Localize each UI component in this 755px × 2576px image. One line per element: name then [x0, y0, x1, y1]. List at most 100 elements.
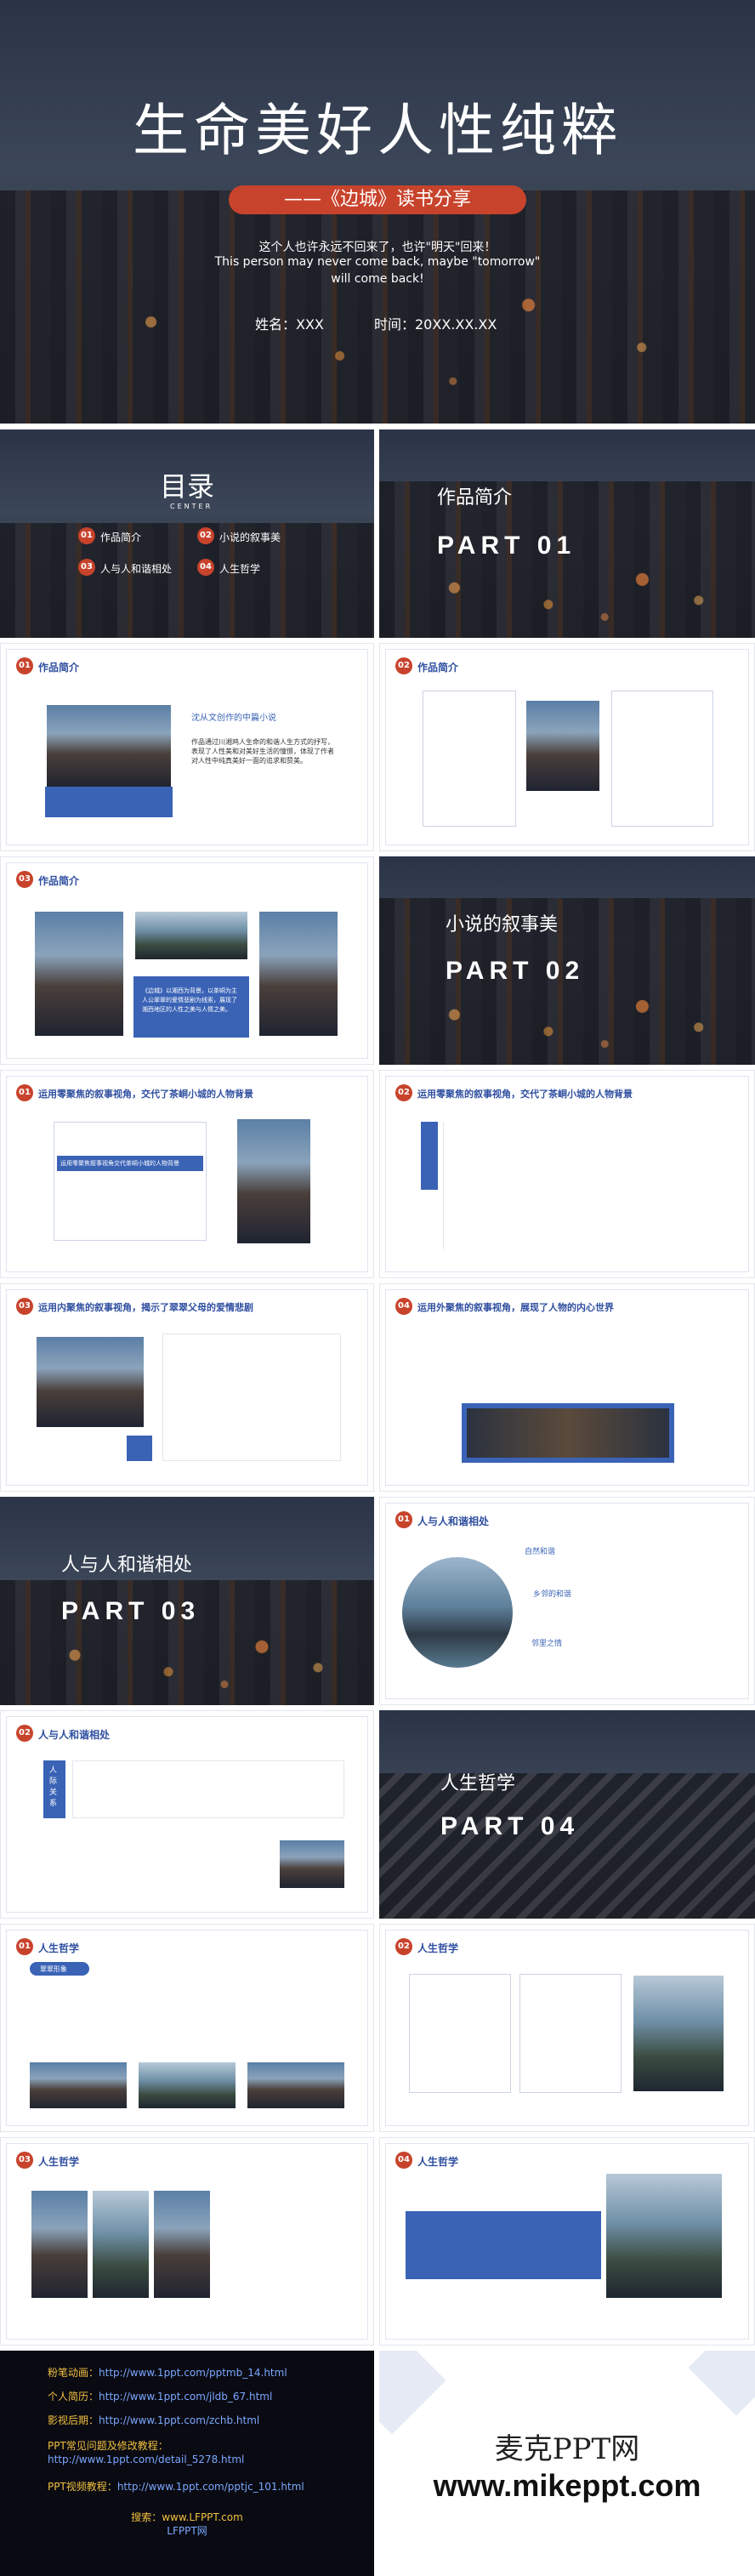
footer-search[interactable]: 搜索：www.LFPPT.com — [0, 2511, 374, 2524]
part4-slide: 人生哲学 PART 04 — [379, 1710, 755, 1919]
cover-name: 姓名：XXX — [255, 316, 324, 333]
s3-title: 作品简介 — [38, 662, 80, 674]
s5-photo-1 — [33, 910, 125, 1038]
s9-text-area — [162, 1333, 341, 1461]
s7-textbox — [54, 1122, 207, 1241]
s16-title: 人生哲学 — [417, 1942, 459, 1954]
s7-box-text: 运用零聚焦叙事视角交代茶峒小城的人物背景 — [60, 1160, 179, 1167]
part2-label: PART 02 — [446, 957, 585, 985]
part2-slide: 小说的叙事美 PART 02 — [379, 856, 755, 1065]
footer-link-4-label: PPT常见问题及修改教程： — [48, 2440, 168, 2452]
footer-link-1-label: 粉笔动画： — [48, 2367, 99, 2379]
footer-link-5[interactable]: PPT视频教程：http://www.1ppt.com/pptjc_101.ht… — [48, 2480, 304, 2494]
footer-link-2-url[interactable]: http://www.1ppt.com/jldb_67.html — [99, 2391, 272, 2403]
s15-text-area — [30, 1981, 346, 2049]
toc-item-1[interactable]: 作品简介 — [100, 530, 141, 544]
toc-num-3: 03 — [78, 559, 95, 576]
s10-text-area — [414, 1328, 720, 1388]
s7-photo — [236, 1117, 312, 1245]
toc-item-2[interactable]: 小说的叙事美 — [219, 530, 281, 544]
s9-photo — [35, 1335, 145, 1429]
s5-num: 03 — [16, 871, 33, 888]
toc-background-image — [0, 523, 374, 638]
harmony-slide-2: 02 人与人和谐相处 人际关系 — [0, 1710, 374, 1919]
s10-title: 运用外聚焦的叙事视角，展现了人物的内心世界 — [417, 1302, 614, 1313]
s15-title: 人生哲学 — [38, 1942, 80, 1954]
part2-lights — [379, 981, 755, 1065]
toc-slide: 目录 CENTER 01 作品简介 02 小说的叙事美 03 人与人和谐相处 0… — [0, 429, 374, 638]
toc-item-3[interactable]: 人与人和谐相处 — [100, 561, 172, 576]
footer-link-5-url[interactable]: http://www.1ppt.com/pptjc_101.html — [117, 2481, 304, 2493]
s12-round-photo — [402, 1557, 513, 1668]
cover-quote-en1: This person may never come back, maybe "… — [214, 255, 541, 269]
s13-photo — [278, 1839, 346, 1890]
s18-title: 人生哲学 — [417, 2156, 459, 2168]
s7-title: 运用零聚焦的叙事视角，交代了茶峒小城的人物背景 — [38, 1089, 253, 1100]
s8-num: 02 — [395, 1084, 412, 1101]
s15-tag-label: 翠翠形象 — [40, 1965, 67, 1973]
part1-title: 作品简介 — [437, 487, 513, 509]
toc-item-4[interactable]: 人生哲学 — [219, 561, 260, 576]
philosophy-slide-4: 04 人生哲学 — [379, 2137, 755, 2346]
part1-label: PART 01 — [437, 532, 576, 560]
footer-link-5-label: PPT视频教程： — [48, 2481, 117, 2493]
intro-slide-2: 02 作品简介 — [379, 643, 755, 851]
s17-photo-2 — [91, 2189, 150, 2300]
s4-num: 02 — [395, 657, 412, 674]
s17-num: 03 — [16, 2152, 33, 2169]
s3-photo — [45, 703, 173, 788]
footer-link-1-url[interactable]: http://www.1ppt.com/pptmb_14.html — [99, 2367, 287, 2379]
footer-link-2[interactable]: 个人简历：http://www.1ppt.com/jldb_67.html — [48, 2390, 272, 2403]
cover-title: 生命美好人性纯粹 — [133, 98, 622, 163]
footer-link-1[interactable]: 粉笔动画：http://www.1ppt.com/pptmb_14.html — [48, 2366, 287, 2380]
part2-title: 小说的叙事美 — [446, 914, 559, 935]
s13-title: 人与人和谐相处 — [38, 1729, 111, 1741]
footer-link-3-url[interactable]: http://www.1ppt.com/zchb.html — [99, 2414, 259, 2426]
narrative-slide-1: 01 运用零聚焦的叙事视角，交代了茶峒小城的人物背景 运用零聚焦叙事视角交代茶峒… — [0, 1070, 374, 1278]
narrative-slide-2: 02 运用零聚焦的叙事视角，交代了茶峒小城的人物背景 — [379, 1070, 755, 1278]
brand-deco-right — [688, 2351, 755, 2416]
s12-num: 01 — [395, 1511, 412, 1528]
s16-num: 02 — [395, 1938, 412, 1955]
toc-num-1: 01 — [78, 527, 95, 544]
part3-title: 人与人和谐相处 — [61, 1555, 193, 1576]
intro-slide-3: 03 作品简介 《边城》以湘西为背景，以茶峒为主人公翠翠的爱情悲剧为线索，展现了… — [0, 856, 374, 1065]
toc-sub: CENTER — [170, 503, 213, 510]
s5-title: 作品简介 — [38, 875, 80, 887]
footer-links-panel: 粉笔动画：http://www.1ppt.com/pptmb_14.html 个… — [0, 2351, 374, 2576]
brand-url[interactable]: www.mikeppt.com — [379, 2468, 755, 2504]
s3-heading: 沈从文创作的中篇小说 — [191, 714, 276, 723]
s17-title: 人生哲学 — [38, 2156, 80, 2168]
s4-photo — [525, 699, 601, 793]
s17-photo-3 — [152, 2189, 212, 2300]
s7-num: 01 — [16, 1084, 33, 1101]
brand-url-text[interactable]: www.mikeppt.com — [434, 2468, 701, 2503]
harmony-slide-1: 01 人与人和谐相处 自然和谐 乡邻的和谐 邻里之情 — [379, 1497, 755, 1705]
s18-text-box — [406, 2211, 601, 2279]
footer-link-4-url[interactable]: http://www.1ppt.com/detail_5278.html — [48, 2453, 244, 2466]
toc-num-2: 02 — [197, 527, 214, 544]
philosophy-slide-3: 03 人生哲学 — [0, 2137, 374, 2346]
s4-title: 作品简介 — [417, 662, 459, 674]
toc-num-4: 04 — [197, 559, 214, 576]
cover-quote-en2: will come back! — [331, 272, 424, 286]
s3-caption-box — [45, 787, 173, 817]
intro-slide-1: 01 作品简介 沈从文创作的中篇小说 作品通过川湘鸡人生命的和谐人生方式的抒写，… — [0, 643, 374, 851]
s5-box-text: 《边城》以湘西为背景，以茶峒为主人公翠翠的爱情悲剧为线索，展现了湘西地区的人性之… — [142, 987, 237, 1013]
s3-num: 01 — [16, 657, 33, 674]
part3-slide: 人与人和谐相处 PART 03 — [0, 1497, 374, 1705]
s16-textbox-left — [409, 1974, 511, 2093]
cover-slide: 生命美好人性纯粹 ——《边城》读书分享 这个人也许永远不回来了，也许"明天"回来… — [0, 0, 755, 424]
s16-textbox-mid — [519, 1974, 622, 2093]
s13-side-label: 人际关系 — [49, 1766, 58, 1808]
s12-heading-2: 乡邻的和谐 — [533, 1590, 572, 1599]
s16-photo — [632, 1974, 725, 2093]
s10-photo-strip — [462, 1403, 674, 1463]
toc-title: 目录 — [160, 470, 215, 503]
s17-photo-1 — [30, 2189, 89, 2300]
s15-photo-1 — [28, 2061, 128, 2110]
part4-background-image — [379, 1772, 755, 1919]
footer-lfppt[interactable]: LFPPT网 — [0, 2524, 374, 2538]
footer-link-3[interactable]: 影视后期：http://www.1ppt.com/zchb.html — [48, 2414, 259, 2427]
part3-label: PART 03 — [61, 1597, 201, 1625]
